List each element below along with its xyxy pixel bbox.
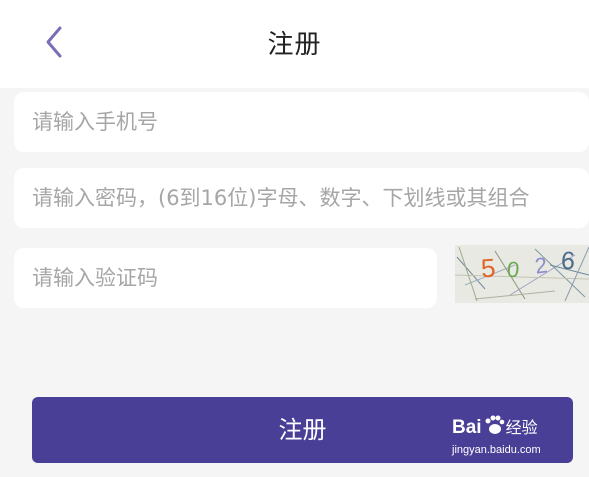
captcha-input[interactable] [32, 248, 437, 308]
header-bar: 注册 [0, 0, 589, 88]
phone-input[interactable] [32, 92, 589, 152]
captcha-digit: 5 [479, 252, 497, 284]
register-button[interactable]: 注册 [32, 397, 573, 463]
captcha-digit: 6 [560, 246, 576, 276]
captcha-field[interactable] [14, 248, 437, 308]
page-title: 注册 [267, 30, 322, 60]
password-field[interactable] [14, 168, 589, 228]
phone-field[interactable] [14, 92, 589, 152]
password-input[interactable] [32, 168, 589, 228]
captcha-image[interactable]: 5 0 2 6 [455, 245, 589, 303]
